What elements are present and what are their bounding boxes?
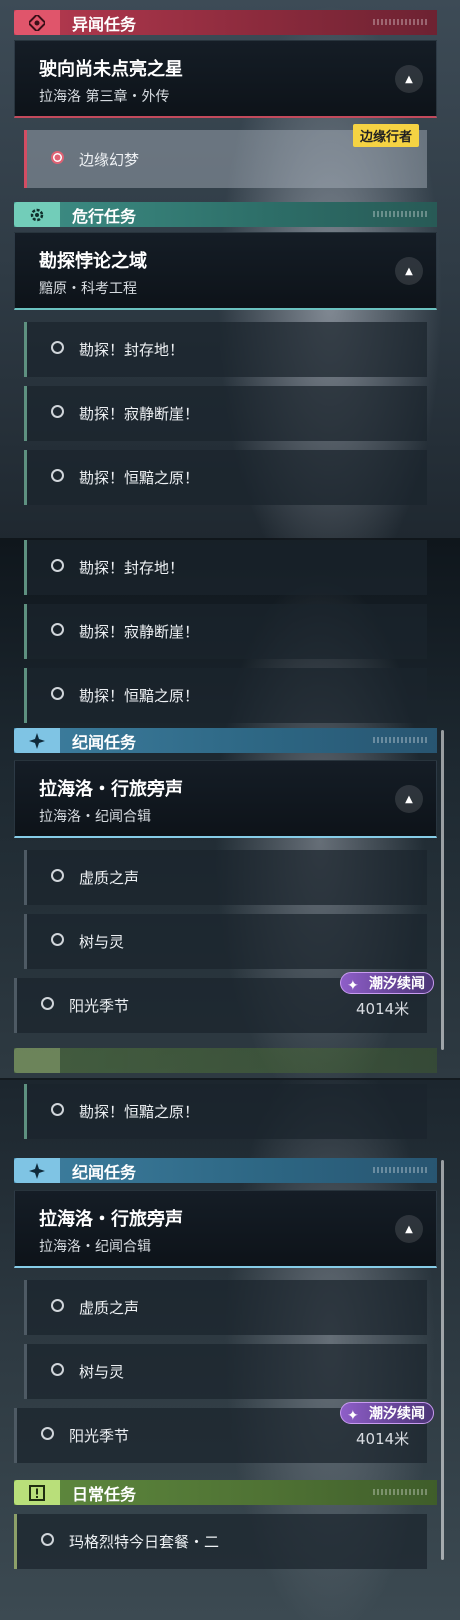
radio-icon <box>41 997 54 1010</box>
header-decoration <box>373 1167 427 1173</box>
category-daily-quests[interactable]: 日常任务 <box>14 1480 437 1505</box>
screenshot-band-1: 异闻任务 驶向尚未点亮之星 拉海洛 第三章・外传 ▲ 边缘幻梦 边缘行者 危行任… <box>0 0 460 540</box>
objective-row[interactable]: 虚质之声 <box>24 850 427 905</box>
radio-icon <box>51 933 64 946</box>
quest-subtitle: 拉海洛 第三章・外传 <box>39 89 170 105</box>
quest-card-chronicle[interactable]: 拉海洛・行旅旁声 拉海洛・纪闻合辑 ▲ <box>14 1190 437 1268</box>
radio-selected-icon <box>51 151 64 164</box>
radio-icon <box>51 869 64 882</box>
radio-icon <box>41 1533 54 1546</box>
objective-label: 树与灵 <box>79 1363 125 1381</box>
tidal-tag-label: 潮汐续闻 <box>369 976 425 992</box>
category-chronicle-quests[interactable]: 纪闻任务 <box>14 728 437 753</box>
sparkle-icon <box>14 1158 60 1183</box>
objective-label: 勘探！寂静断崖！ <box>79 405 200 423</box>
header-decoration <box>373 1489 427 1495</box>
objective-row[interactable]: 树与灵 <box>24 1344 427 1399</box>
objective-label: 阳光季节 <box>69 997 130 1015</box>
sparkle-icon <box>14 728 60 753</box>
exclamation-icon <box>14 1480 60 1505</box>
tidal-icon: ✦ <box>347 1408 359 1424</box>
objective-row[interactable]: 勘探！恒黯之原！ <box>24 450 427 505</box>
quest-subtitle: 拉海洛・纪闻合辑 <box>39 1239 151 1255</box>
radio-icon <box>41 1427 54 1440</box>
collapse-icon[interactable]: ▲ <box>395 65 423 93</box>
category-label: 纪闻任务 <box>72 1162 137 1182</box>
collapse-icon[interactable]: ▲ <box>395 1215 423 1243</box>
objective-row[interactable]: 勘探！寂静断崖！ <box>24 386 427 441</box>
objective-row-daily[interactable]: 玛格烈特今日套餐・二 <box>14 1514 427 1569</box>
distance-readout: 4014米 <box>356 1430 410 1448</box>
objective-label: 勘探！恒黯之原！ <box>79 469 200 487</box>
objective-row[interactable]: 虚质之声 <box>24 1280 427 1335</box>
quest-title: 驶向尚未点亮之星 <box>39 59 183 80</box>
tidal-tag: ✦ 潮汐续闻 <box>340 972 434 994</box>
quest-title: 勘探悖论之域 <box>39 251 147 272</box>
objective-row[interactable]: 勘探！恒黯之原！ <box>24 668 427 723</box>
objective-label: 勘探！恒黯之原！ <box>79 687 200 705</box>
objective-row[interactable]: 树与灵 <box>24 914 427 969</box>
collapse-icon[interactable]: ▲ <box>395 785 423 813</box>
screenshot-band-2: 勘探！封存地！ 勘探！寂静断崖！ 勘探！恒黯之原！ 纪闻任务 拉海洛・行旅旁声 … <box>0 540 460 1080</box>
radio-icon <box>51 1103 64 1116</box>
objective-row[interactable]: 勘探！恒黯之原！ <box>24 1084 427 1139</box>
radio-icon <box>51 469 64 482</box>
category-label: 纪闻任务 <box>72 732 137 752</box>
quest-card-chronicle[interactable]: 拉海洛・行旅旁声 拉海洛・纪闻合辑 ▲ <box>14 760 437 838</box>
category-daily-partial <box>14 1048 437 1073</box>
objective-label: 勘探！封存地！ <box>79 341 185 359</box>
objective-label: 勘探！恒黯之原！ <box>79 1103 200 1121</box>
edge-walker-badge: 边缘行者 <box>353 124 420 147</box>
tidal-tag: ✦ 潮汐续闻 <box>340 1402 434 1424</box>
quest-title: 拉海洛・行旅旁声 <box>39 1209 183 1230</box>
danger-gear-icon <box>14 202 60 227</box>
scrollbar[interactable] <box>441 730 444 1050</box>
quest-title: 拉海洛・行旅旁声 <box>39 779 183 800</box>
tidal-icon: ✦ <box>347 978 359 994</box>
objective-row[interactable]: 勘探！寂静断崖！ <box>24 604 427 659</box>
category-special-quests[interactable]: 异闻任务 <box>14 10 437 35</box>
objective-label: 边缘幻梦 <box>79 151 140 169</box>
exotic-star-icon <box>14 10 60 35</box>
quest-card-danger[interactable]: 勘探悖论之域 黯原・科考工程 ▲ <box>14 232 437 310</box>
objective-label: 勘探！寂静断崖！ <box>79 623 200 641</box>
objective-label: 勘探！封存地！ <box>79 559 185 577</box>
exclamation-icon <box>14 1048 60 1073</box>
objective-row[interactable]: 勘探！封存地！ <box>24 540 427 595</box>
radio-icon <box>51 687 64 700</box>
radio-icon <box>51 559 64 572</box>
objective-label: 虚质之声 <box>79 1299 140 1317</box>
scrollbar[interactable] <box>441 1160 444 1560</box>
category-danger-quests[interactable]: 危行任务 <box>14 202 437 227</box>
category-label: 危行任务 <box>72 206 137 226</box>
radio-icon <box>51 341 64 354</box>
objective-label: 玛格烈特今日套餐・二 <box>69 1533 220 1551</box>
quest-card-special[interactable]: 驶向尚未点亮之星 拉海洛 第三章・外传 ▲ <box>14 40 437 118</box>
radio-icon <box>51 405 64 418</box>
collapse-icon[interactable]: ▲ <box>395 257 423 285</box>
radio-icon <box>51 1363 64 1376</box>
radio-icon <box>51 1299 64 1312</box>
quest-subtitle: 拉海洛・纪闻合辑 <box>39 809 151 825</box>
objective-label: 阳光季节 <box>69 1427 130 1445</box>
quest-subtitle: 黯原・科考工程 <box>39 281 137 297</box>
tidal-tag-label: 潮汐续闻 <box>369 1406 425 1422</box>
category-chronicle-quests[interactable]: 纪闻任务 <box>14 1158 437 1183</box>
objective-label: 树与灵 <box>79 933 125 951</box>
category-label: 异闻任务 <box>72 14 137 34</box>
objective-row[interactable]: 勘探！封存地！ <box>24 322 427 377</box>
header-decoration <box>373 19 427 25</box>
radio-icon <box>51 623 64 636</box>
header-decoration <box>373 737 427 743</box>
distance-readout: 4014米 <box>356 1000 410 1018</box>
header-decoration <box>373 211 427 217</box>
screenshot-band-3: 勘探！恒黯之原！ 纪闻任务 拉海洛・行旅旁声 拉海洛・纪闻合辑 ▲ 虚质之声 树… <box>0 1080 460 1620</box>
category-label: 日常任务 <box>72 1484 137 1504</box>
objective-label: 虚质之声 <box>79 869 140 887</box>
